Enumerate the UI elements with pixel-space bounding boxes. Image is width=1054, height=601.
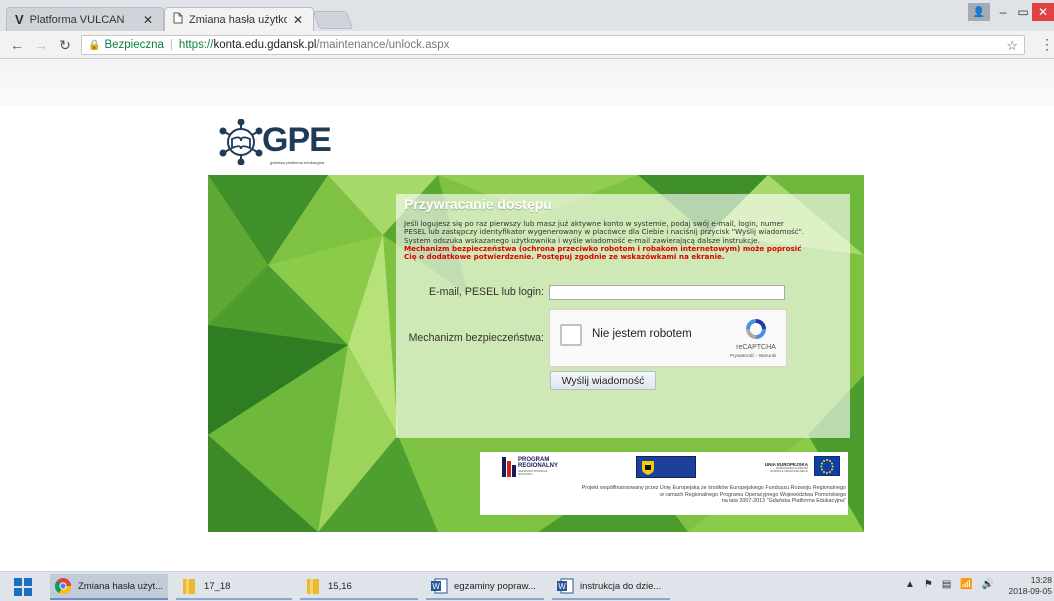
- captcha-field-label: Mechanizm bezpieczeństwa:: [408, 332, 544, 344]
- program-logo-line: REGIONALNY: [518, 463, 559, 469]
- url-path: /maintenance/unlock.aspx: [316, 39, 450, 51]
- back-arrow-icon[interactable]: ←: [8, 36, 26, 54]
- logo-subtitle: gdańska platforma edukacyjna: [270, 160, 325, 165]
- taskbar-item-word-instrukcja[interactable]: W instrukcja do dzie...: [552, 574, 670, 600]
- page-favicon-icon: [173, 12, 183, 27]
- windows-taskbar: Zmiana hasła użyt... 17_18 15,16 W egzam…: [0, 571, 1054, 601]
- volume-icon[interactable]: 🔊: [982, 579, 994, 590]
- vulcan-favicon-icon: V: [15, 12, 24, 27]
- url-host: konta.edu.gdansk.pl: [213, 39, 317, 51]
- svg-text:W: W: [558, 582, 566, 591]
- recaptcha-widget: Nie jestem robotem reCAPTCHA Prywatność …: [549, 309, 787, 367]
- program-logo-caption: NARODOWA STRATEGIA SPÓJNOŚCI: [518, 470, 548, 476]
- gpe-logo-icon: [219, 119, 263, 165]
- browser-toolbar: ← → ↻ 🔒 Bezpieczna | https://konta.edu.g…: [0, 31, 1054, 59]
- windows-logo-icon: [14, 578, 32, 596]
- taskbar-item-label: Zmiana hasła użyt...: [78, 580, 164, 592]
- tab-close-icon[interactable]: ✕: [293, 13, 303, 27]
- recaptcha-checkbox[interactable]: [560, 324, 582, 346]
- taskbar-item-label: 15,16: [328, 580, 352, 592]
- tab-close-icon[interactable]: ✕: [143, 13, 153, 27]
- tab-zmiana-hasla[interactable]: Zmiana hasła użytkownik ✕: [164, 7, 314, 31]
- recaptcha-brand: reCAPTCHA: [736, 344, 776, 351]
- eu-logo: UNIA EUROPEJSKA EUROPEJSKI FUNDUSZ ROZWO…: [750, 456, 842, 478]
- reload-icon[interactable]: ↻: [56, 36, 74, 54]
- recaptcha-logo-icon: [746, 319, 766, 339]
- instructions-text: Jeśli logujesz się po raz pierwszy lub m…: [404, 219, 844, 262]
- recaptcha-label: Nie jestem robotem: [592, 328, 692, 340]
- clock-date: 2018-09-05: [1008, 586, 1052, 596]
- tray-overflow-icon[interactable]: ▲: [905, 579, 915, 590]
- pomorskie-crest-icon: [642, 461, 654, 475]
- word-icon: W: [430, 577, 448, 595]
- forward-arrow-icon[interactable]: →: [32, 36, 50, 54]
- chrome-icon: [54, 577, 72, 595]
- browser-tab-strip: V Platforma VULCAN ✕ Zmiana hasła użytko…: [0, 0, 1054, 31]
- taskbar-clock[interactable]: 13:28 2018-09-05: [1000, 575, 1052, 597]
- page-header-band: [0, 59, 1054, 106]
- warning-line: Cię o dodatkowe potwierdzenie. Postępuj …: [404, 252, 725, 262]
- eu-logo-subline: ROZWOJU REGIONALNEGO: [770, 469, 808, 474]
- folder-icon: [304, 577, 322, 595]
- eu-flag-icon: [814, 456, 840, 476]
- tab-title: Platforma VULCAN: [29, 13, 125, 26]
- secure-label: Bezpieczna: [104, 39, 164, 51]
- funding-line: w ramach Regionalnego Programu Operacyjn…: [660, 491, 846, 498]
- minimize-button[interactable]: –: [992, 3, 1014, 21]
- recaptcha-terms-link[interactable]: Prywatność - Warunki: [720, 354, 786, 359]
- word-icon: W: [556, 577, 574, 595]
- user-profile-icon[interactable]: 👤: [968, 3, 990, 21]
- funding-text: Projekt współfinansowany przez Unię Euro…: [500, 485, 846, 505]
- program-regionalny-logo: PROGRAM REGIONALNY NARODOWA STRATEGIA SP…: [502, 456, 562, 478]
- send-message-button[interactable]: Wyślij wiadomość: [550, 371, 656, 390]
- panel-title-bar: Przywracanie dostępu: [398, 192, 850, 218]
- browser-menu-icon[interactable]: ⋮: [1040, 36, 1054, 53]
- funding-footer: PROGRAM REGIONALNY NARODOWA STRATEGIA SP…: [480, 452, 848, 515]
- taskbar-item-chrome[interactable]: Zmiana hasła użyt...: [50, 574, 168, 600]
- action-center-flag-icon[interactable]: ⚑: [924, 579, 933, 590]
- close-window-button[interactable]: ✕: [1032, 3, 1054, 21]
- tab-platforma-vulcan[interactable]: V Platforma VULCAN ✕: [6, 7, 164, 31]
- clock-time: 13:28: [1030, 575, 1052, 585]
- url-scheme: https://: [178, 39, 214, 51]
- eu-logo-line: EUROPEJSKI FUNDUSZ ROZWOJU REGIONALNEGO: [756, 466, 808, 474]
- taskbar-item-label: instrukcja do dzie...: [580, 580, 662, 592]
- tray-app-icon[interactable]: ▤: [942, 579, 951, 590]
- start-button[interactable]: [8, 576, 38, 598]
- gpe-logo: GPE gdańska platforma edukacyjna: [218, 117, 348, 171]
- email-field-label: E-mail, PESEL lub login:: [428, 286, 544, 298]
- taskbar-item-folder-17-18[interactable]: 17_18: [176, 574, 292, 600]
- email-field[interactable]: [549, 285, 785, 300]
- svg-text:W: W: [432, 582, 440, 591]
- pomorskie-logo: [636, 456, 696, 478]
- restore-button[interactable]: ▭: [1012, 3, 1034, 21]
- taskbar-item-label: egzaminy popraw...: [454, 580, 536, 592]
- panel-title: Przywracanie dostępu: [404, 196, 552, 212]
- address-bar[interactable]: 🔒 Bezpieczna | https://konta.edu.gdansk.…: [81, 35, 1025, 55]
- system-tray: ▲ ⚑ ▤ 📶 🔊: [905, 579, 994, 590]
- program-logo-icon: [502, 457, 516, 477]
- funding-line: Projekt współfinansowany przez Unię Euro…: [581, 485, 846, 491]
- taskbar-item-folder-15-16[interactable]: 15,16: [300, 574, 418, 600]
- bookmark-star-icon[interactable]: ☆: [1006, 38, 1018, 54]
- folder-icon: [180, 577, 198, 595]
- network-icon[interactable]: 📶: [960, 579, 972, 590]
- taskbar-item-word-egzaminy[interactable]: W egzaminy popraw...: [426, 574, 544, 600]
- funding-line: na lata 2007-2013 "Gdańska Platforma Edu…: [721, 498, 846, 505]
- password-reset-panel: Przywracanie dostępu Jeśli logujesz się …: [396, 194, 850, 438]
- address-separator: |: [169, 39, 173, 51]
- logo-text: GPE: [262, 121, 332, 159]
- lock-icon: 🔒: [88, 39, 101, 51]
- taskbar-item-label: 17_18: [204, 580, 231, 592]
- new-tab-button[interactable]: [312, 11, 354, 29]
- tab-title: Zmiana hasła użytkownik: [189, 13, 287, 26]
